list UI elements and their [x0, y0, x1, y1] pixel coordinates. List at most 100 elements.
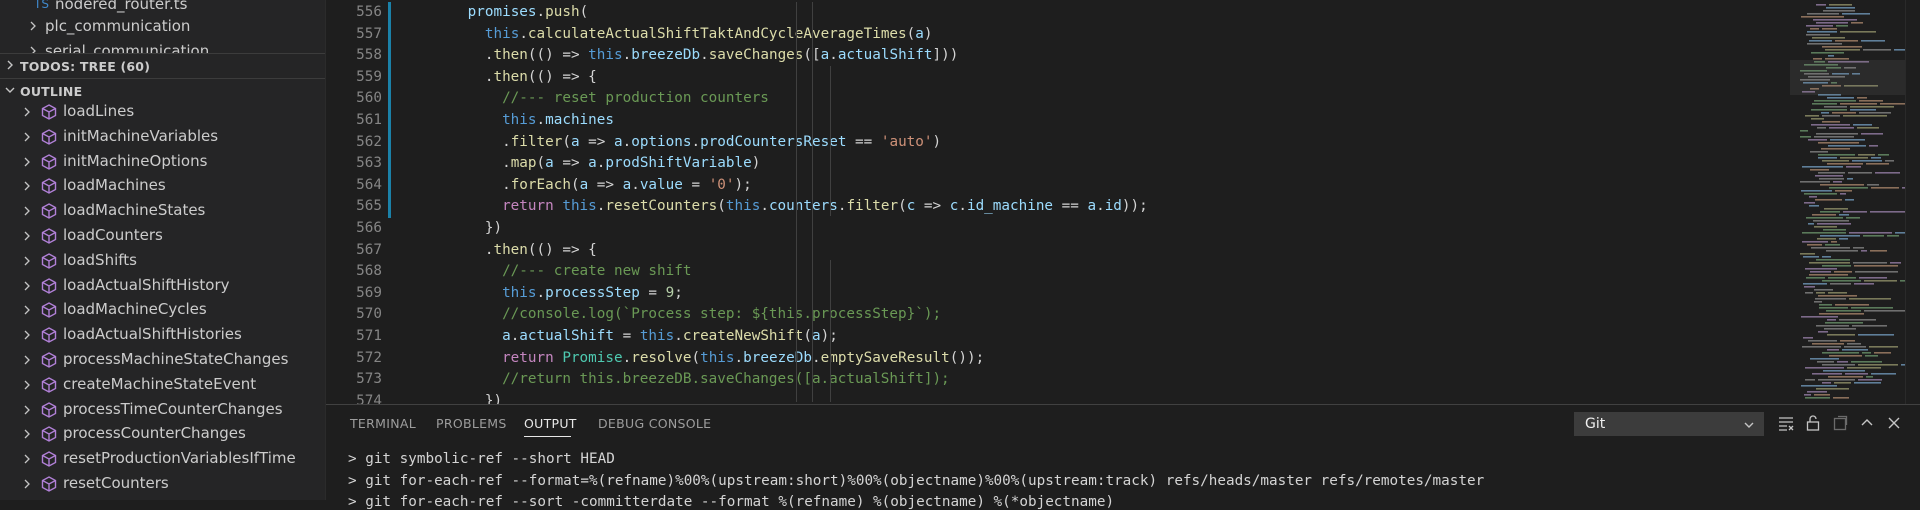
tab-debug-console[interactable]: DEBUG CONSOLE	[598, 416, 711, 431]
chevron-right-icon[interactable]	[22, 157, 32, 167]
modified-line-marker[interactable]	[388, 66, 391, 89]
code-line[interactable]: 561 this.machines	[326, 110, 1776, 132]
code-line[interactable]: 572 return Promise.resolve(this.breezeDb…	[326, 348, 1776, 370]
outline-item[interactable]: initMachineOptions	[0, 150, 325, 175]
code-line[interactable]: 569 this.processStep = 9;	[326, 283, 1776, 305]
chevron-right-icon[interactable]	[22, 206, 32, 216]
code-token: resolve	[631, 349, 692, 366]
minimap-line	[1802, 346, 1841, 348]
chevron-right-icon[interactable]	[22, 479, 32, 489]
code-token: );	[734, 176, 752, 193]
output-channel-select[interactable]: Git	[1574, 412, 1764, 436]
chevron-right-icon[interactable]	[22, 380, 32, 390]
code-editor[interactable]: 556 promises.push(557 this.calculateActu…	[326, 0, 1920, 404]
code-token: .	[416, 176, 511, 193]
code-line[interactable]: 571 a.actualShift = this.createNewShift(…	[326, 326, 1776, 348]
chevron-right-icon[interactable]	[22, 355, 32, 365]
line-number: 560	[356, 90, 382, 107]
modified-line-marker[interactable]	[388, 174, 391, 197]
chevron-right-icon[interactable]	[22, 281, 32, 291]
code-line[interactable]: 573 //return this.breezeDB.saveChanges([…	[326, 369, 1776, 391]
outline-item[interactable]: createMachineStateEvent	[0, 373, 325, 398]
code-line[interactable]: 564 .forEach(a => a.value = '0');	[326, 174, 1776, 197]
code-text: //--- create new shift	[416, 261, 691, 283]
code-line[interactable]: 568 //--- create new shift	[326, 261, 1776, 283]
open-in-editor-icon[interactable]	[1830, 413, 1850, 433]
minimap-line	[1822, 28, 1837, 30]
chevron-right-icon[interactable]	[22, 181, 32, 191]
chevron-right-icon[interactable]	[22, 132, 32, 142]
modified-line-marker[interactable]	[388, 131, 391, 154]
chevron-right-icon[interactable]	[22, 305, 32, 315]
code-line[interactable]: 556 promises.push(	[326, 2, 1776, 24]
code-line[interactable]: 562 .filter(a => a.options.prodCountersR…	[326, 131, 1776, 154]
minimap-line	[1817, 238, 1836, 240]
code-line[interactable]: 566 })	[326, 218, 1776, 240]
outline-item[interactable]: loadShifts	[0, 249, 325, 274]
code-line[interactable]: 558 .then(() => this.breezeDb.saveChange…	[326, 45, 1776, 67]
indent-guide	[830, 66, 831, 216]
close-panel-icon[interactable]	[1884, 413, 1904, 433]
code-line[interactable]: 557 this.calculateActualShiftTaktAndCycl…	[326, 23, 1776, 46]
minimap-line	[1840, 103, 1877, 105]
chevron-right-icon[interactable]	[22, 231, 32, 241]
modified-line-marker[interactable]	[388, 23, 391, 46]
code-line[interactable]: 570 //console.log(`Process step: ${this.…	[326, 304, 1776, 326]
minimap-line	[1811, 247, 1850, 249]
outline-header[interactable]: OUTLINE	[0, 78, 325, 102]
code-text: //console.log(`Process step: ${this.proc…	[416, 304, 941, 326]
chevron-right-icon[interactable]	[22, 107, 32, 117]
tab-output[interactable]: OUTPUT	[524, 416, 577, 431]
maximize-panel-icon[interactable]	[1857, 413, 1877, 433]
code-line[interactable]: 574 })	[326, 391, 1776, 404]
code-token: a	[915, 25, 924, 42]
outline-item[interactable]: loadLines	[0, 100, 325, 125]
clear-output-icon[interactable]	[1776, 413, 1796, 433]
outline-item[interactable]: loadCounters	[0, 224, 325, 249]
outline-item[interactable]: loadMachines	[0, 174, 325, 199]
chevron-right-icon[interactable]	[22, 330, 32, 340]
tab-terminal[interactable]: TERMINAL	[350, 416, 416, 431]
code-token: actualShift	[519, 328, 614, 344]
outline-item[interactable]: resetCounters	[0, 472, 325, 497]
chevron-right-icon[interactable]	[22, 405, 32, 415]
code-line[interactable]: 560 //--- reset production counters	[326, 88, 1776, 110]
explorer-folder-row[interactable]: plc_communication	[0, 14, 325, 38]
minimap-line	[1836, 25, 1848, 27]
outline-item[interactable]: processCounterChanges	[0, 422, 325, 447]
chevron-right-icon[interactable]	[22, 256, 32, 266]
minimap-line	[1827, 319, 1836, 321]
modified-line-marker[interactable]	[388, 88, 391, 110]
outline-item[interactable]: loadActualShiftHistories	[0, 323, 325, 348]
modified-line-marker[interactable]	[388, 45, 391, 67]
modified-line-marker[interactable]	[388, 110, 391, 132]
outline-item[interactable]: loadActualShiftHistory	[0, 274, 325, 299]
minimap-line	[1816, 325, 1849, 327]
outline-item-label: loadMachines	[63, 176, 166, 195]
tab-problems[interactable]: PROBLEMS	[436, 416, 507, 431]
minimap[interactable]	[1790, 0, 1920, 404]
outline-item[interactable]: initMachineVariables	[0, 125, 325, 150]
code-line[interactable]: 563 .map(a => a.prodShiftVariable)	[326, 153, 1776, 175]
lock-scroll-icon[interactable]	[1803, 413, 1823, 433]
code-line[interactable]: 567 .then(() => {	[326, 240, 1776, 262]
chevron-right-icon[interactable]	[22, 429, 32, 439]
explorer-folder-row[interactable]: serial_communication	[0, 39, 325, 53]
outline-item[interactable]: loadMachineStates	[0, 199, 325, 224]
chevron-right-icon[interactable]	[22, 454, 32, 464]
minimap-slider[interactable]	[1790, 60, 1920, 95]
code-line[interactable]: 559 .then(() => {	[326, 66, 1776, 89]
outline-item[interactable]: processMachineStateChanges	[0, 348, 325, 373]
outline-item[interactable]: loadMachineCycles	[0, 298, 325, 323]
modified-line-marker[interactable]	[388, 153, 391, 175]
outline-item[interactable]: processTimeCounterChanges	[0, 398, 325, 423]
minimap-line	[1829, 4, 1852, 6]
todos-tree-header[interactable]: TODOS: TREE (60)	[0, 53, 325, 77]
modified-line-marker[interactable]	[388, 2, 391, 24]
minimap-line	[1828, 376, 1863, 378]
outline-item[interactable]: resetProductionVariablesIfTime	[0, 447, 325, 472]
code-line[interactable]: 565 return this.resetCounters(this.count…	[326, 196, 1776, 218]
editor-scrollbar[interactable]	[1905, 0, 1920, 404]
modified-line-marker[interactable]	[388, 196, 391, 218]
method-cube-icon	[41, 178, 57, 195]
